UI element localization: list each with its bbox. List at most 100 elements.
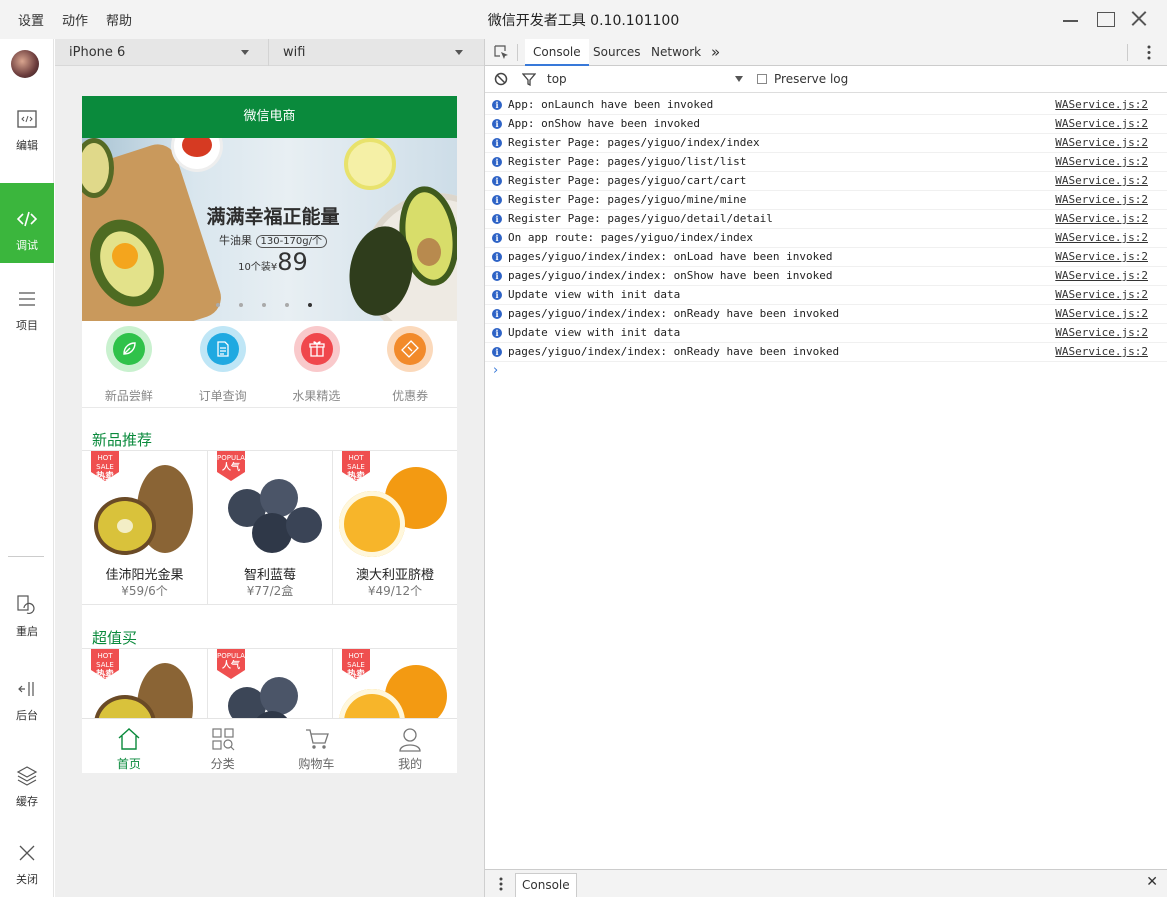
log-source-link[interactable]: WAService.js:2 <box>1055 286 1148 304</box>
close-window-icon[interactable] <box>1127 8 1151 30</box>
sidebar-item-edit[interactable]: 编辑 <box>0 83 54 163</box>
maximize-icon[interactable] <box>1093 8 1117 30</box>
console-log-line: i pages/yiguo/index/index: onReady have b… <box>485 305 1167 324</box>
tab-console[interactable]: Console <box>525 39 589 66</box>
badge-top: POPULAR <box>217 652 250 660</box>
device-select[interactable]: iPhone 6 <box>69 39 254 66</box>
sidebar-item-label: 后台 <box>16 709 38 722</box>
minimize-icon[interactable] <box>1059 8 1083 30</box>
info-icon: i <box>492 119 502 129</box>
log-source-link[interactable]: WAService.js:2 <box>1055 134 1148 152</box>
category-coupons[interactable]: 优惠券 <box>363 321 457 407</box>
section-title-new: 新品推荐 <box>92 431 153 449</box>
log-source-link[interactable]: WAService.js:2 <box>1055 343 1148 361</box>
banner-product-name: 牛油果 <box>219 234 252 247</box>
log-message: App: onLaunch have been invoked <box>508 98 714 111</box>
info-icon: i <box>492 309 502 319</box>
grid-search-icon <box>212 728 235 751</box>
log-source-link[interactable]: WAService.js:2 <box>1055 248 1148 266</box>
carousel-dot[interactable] <box>239 303 243 307</box>
info-icon: i <box>492 233 502 243</box>
chevron-down-icon[interactable] <box>735 76 743 82</box>
carousel-dot-active[interactable] <box>308 303 312 307</box>
log-source-link[interactable]: WAService.js:2 <box>1055 324 1148 342</box>
log-source-link[interactable]: WAService.js:2 <box>1055 267 1148 285</box>
popular-badge: POPULAR 人气 <box>217 451 245 481</box>
badge-label: 热卖 <box>95 472 114 482</box>
device-bar: iPhone 6 wifi <box>55 39 484 66</box>
avatar[interactable] <box>11 50 39 78</box>
sidebar-item-close[interactable]: 关闭 <box>0 817 54 897</box>
banner-count: 10个装 <box>238 262 271 273</box>
code-icon <box>16 211 38 227</box>
clear-console-icon[interactable] <box>494 72 508 86</box>
sidebar-item-debug[interactable]: 调试 <box>0 183 54 263</box>
tab-mine[interactable]: 我的 <box>363 719 457 773</box>
info-icon: i <box>492 195 502 205</box>
context-select-value[interactable]: top <box>547 72 567 86</box>
sidebar-item-background[interactable]: 后台 <box>0 653 54 733</box>
tab-sources[interactable]: Sources <box>593 39 640 66</box>
category-label: 订单查询 <box>198 389 247 403</box>
log-message: App: onShow have been invoked <box>508 117 701 130</box>
carousel-dot[interactable] <box>262 303 266 307</box>
banner-price: 10个装¥89 <box>198 248 348 276</box>
console-log-line: i On app route: pages/yiguo/index/index WA… <box>485 229 1167 248</box>
product-card-blueberry[interactable]: POPULAR 人气 智利蓝莓 ¥77/2盒 <box>207 450 332 605</box>
sidebar-item-project[interactable]: 项目 <box>0 263 54 343</box>
log-source-link[interactable]: WAService.js:2 <box>1055 305 1148 323</box>
device-select-value: iPhone 6 <box>69 45 126 60</box>
product-card-kiwi[interactable]: HOT SALE 热卖 佳沛阳光金果 ¥59/6个 <box>82 450 207 605</box>
inspect-icon[interactable] <box>494 45 509 60</box>
log-source-link[interactable]: WAService.js:2 <box>1055 210 1148 228</box>
log-source-link[interactable]: WAService.js:2 <box>1055 229 1148 247</box>
banner-image <box>344 138 396 190</box>
blueberry-image <box>260 677 298 715</box>
more-tabs-icon[interactable]: » <box>711 39 720 66</box>
carousel-dot[interactable] <box>216 303 220 307</box>
info-icon: i <box>492 328 502 338</box>
tab-category[interactable]: 分类 <box>176 719 270 773</box>
tab-cart[interactable]: 购物车 <box>270 719 364 773</box>
banner-image <box>417 238 441 266</box>
layers-icon <box>16 766 38 786</box>
log-source-link[interactable]: WAService.js:2 <box>1055 191 1148 209</box>
log-message: pages/yiguo/index/index: onLoad have bee… <box>508 250 833 263</box>
filter-icon[interactable] <box>522 72 536 86</box>
sidebar-item-restart[interactable]: 重启 <box>0 569 54 649</box>
kebab-menu-icon[interactable] <box>499 877 503 891</box>
log-message: pages/yiguo/index/index: onReady have be… <box>508 345 840 358</box>
carousel-dot[interactable] <box>285 303 289 307</box>
category-label: 水果精选 <box>292 389 341 403</box>
category-fruits[interactable]: 水果精选 <box>270 321 364 407</box>
console-toolbar: top Preserve log <box>485 66 1167 93</box>
drawer-tab-console[interactable]: Console <box>515 873 577 897</box>
sidebar-item-cache[interactable]: 缓存 <box>0 739 54 819</box>
log-message: Register Page: pages/yiguo/index/index <box>508 136 760 149</box>
product-card-orange[interactable]: HOT SALE 热卖 澳大利亚脐橙 ¥49/12个 <box>332 450 457 605</box>
background-icon <box>18 682 34 696</box>
console-prompt[interactable]: › <box>493 363 498 378</box>
log-message: Register Page: pages/yiguo/list/list <box>508 155 747 168</box>
product-row: HOT SALE 热卖 佳沛阳光金果 ¥59/6个 POPULAR 人气 智利蓝莓 … <box>82 450 457 605</box>
product-price: ¥77/2盒 <box>246 584 294 598</box>
kebab-menu-icon[interactable] <box>1147 45 1151 60</box>
category-new[interactable]: 新品尝鲜 <box>82 321 176 407</box>
banner-carousel[interactable]: 满满幸福正能量 牛油果 130-170g/个 10个装¥89 <box>82 138 457 321</box>
close-drawer-icon[interactable]: ✕ <box>1146 874 1158 890</box>
console-log-line: i Update view with init data WAService.js:… <box>485 324 1167 343</box>
checkbox-box[interactable] <box>757 74 767 84</box>
log-source-link[interactable]: WAService.js:2 <box>1055 96 1148 114</box>
tab-home[interactable]: 首页 <box>82 719 176 773</box>
tab-network[interactable]: Network <box>651 39 701 66</box>
log-source-link[interactable]: WAService.js:2 <box>1055 172 1148 190</box>
category-orders[interactable]: 订单查询 <box>176 321 270 407</box>
ticket-icon <box>387 326 434 372</box>
code-file-icon <box>17 110 37 128</box>
preserve-log-checkbox[interactable]: Preserve log <box>757 72 848 86</box>
log-source-link[interactable]: WAService.js:2 <box>1055 115 1148 133</box>
network-select[interactable]: wifi <box>283 39 468 66</box>
log-source-link[interactable]: WAService.js:2 <box>1055 153 1148 171</box>
info-icon: i <box>492 176 502 186</box>
info-icon: i <box>492 138 502 148</box>
